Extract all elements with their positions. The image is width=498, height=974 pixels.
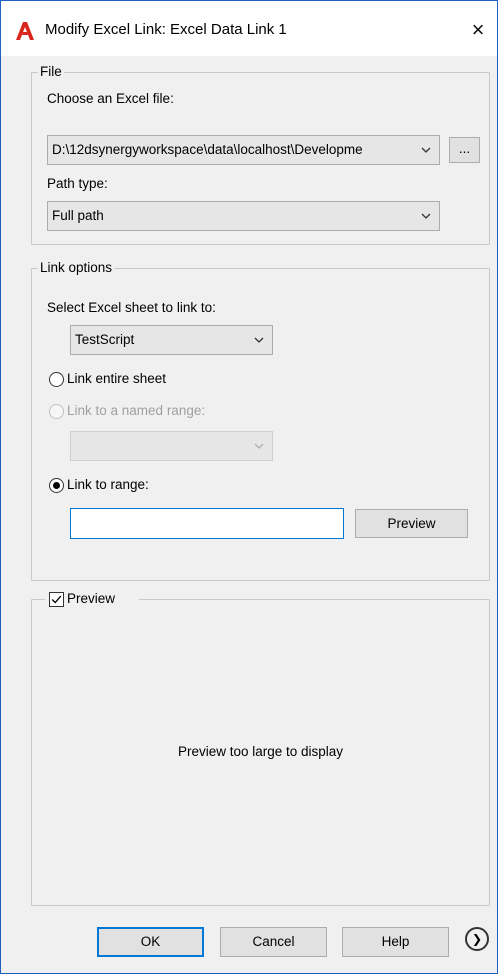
check-icon (51, 595, 62, 604)
link-entire-sheet-label: Link entire sheet (67, 371, 167, 386)
preview-checkbox-label: Preview (67, 591, 116, 606)
link-named-range-label: Link to a named range: (67, 403, 206, 418)
link-entire-sheet-radio[interactable] (49, 372, 64, 387)
browse-button[interactable]: ... (449, 137, 480, 163)
cancel-button[interactable]: Cancel (220, 927, 327, 957)
range-input[interactable] (70, 508, 344, 539)
path-type-value: Full path (52, 208, 104, 223)
chevron-right-icon: ❯ (471, 932, 483, 946)
path-type-label: Path type: (47, 176, 108, 191)
choose-file-label: Choose an Excel file: (47, 91, 174, 106)
range-preview-button[interactable]: Preview (355, 509, 468, 538)
sheet-label: Select Excel sheet to link to: (47, 300, 216, 315)
ok-button[interactable]: OK (97, 927, 204, 957)
preview-group-title: Preview (45, 591, 139, 609)
path-type-combo[interactable]: Full path (47, 201, 440, 231)
sheet-value: TestScript (75, 332, 135, 347)
named-range-combo[interactable] (70, 431, 273, 461)
chevron-down-icon (254, 337, 264, 343)
chevron-down-icon (254, 443, 264, 449)
chevron-down-icon (421, 147, 431, 153)
dialog-window: Modify Excel Link: Excel Data Link 1 × F… (0, 0, 498, 974)
link-named-range-radio[interactable] (49, 404, 64, 419)
link-options-title: Link options (38, 260, 115, 275)
expand-button[interactable]: ❯ (465, 927, 489, 951)
help-button[interactable]: Help (342, 927, 449, 957)
window-title: Modify Excel Link: Excel Data Link 1 (45, 21, 287, 38)
close-button[interactable]: × (463, 15, 493, 45)
link-to-range-label: Link to range: (67, 477, 149, 492)
chevron-down-icon (421, 213, 431, 219)
autocad-a-icon (16, 22, 34, 40)
preview-checkbox[interactable] (49, 592, 64, 607)
preview-message: Preview too large to display (177, 744, 344, 759)
excel-file-value: D:\12dsynergyworkspace\data\localhost\De… (52, 142, 363, 157)
link-to-range-radio[interactable] (49, 478, 64, 493)
title-bar: Modify Excel Link: Excel Data Link 1 × (1, 1, 497, 56)
excel-file-combo[interactable]: D:\12dsynergyworkspace\data\localhost\De… (47, 135, 440, 165)
sheet-combo[interactable]: TestScript (70, 325, 273, 355)
file-group-title: File (38, 64, 64, 79)
